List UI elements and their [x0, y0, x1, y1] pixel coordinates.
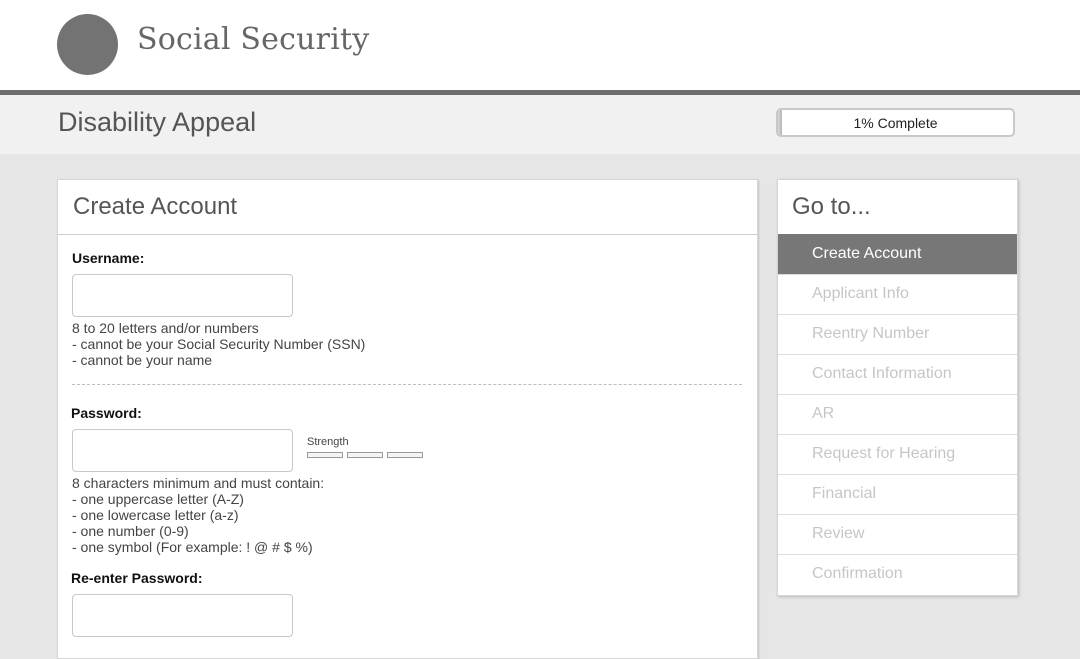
password-help: 8 characters minimum and must contain: -… [72, 475, 324, 555]
help-line: - cannot be your Social Security Number … [72, 336, 366, 352]
sidebar-item-financial: Financial [778, 474, 1017, 514]
sidebar-item-request-for-hearing: Request for Hearing [778, 434, 1017, 474]
help-line: - one lowercase letter (a-z) [72, 507, 239, 523]
strength-segment [307, 452, 343, 458]
goto-sidebar: Go to... Create Account Applicant Info R… [777, 179, 1018, 596]
strength-label: Strength [307, 436, 349, 448]
username-label: Username: [72, 250, 145, 266]
page-subheader: Disability Appeal 1% Complete [0, 95, 1080, 154]
sidebar-item-reentry-number: Reentry Number [778, 314, 1017, 354]
reenter-password-label: Re-enter Password: [71, 570, 203, 586]
username-input[interactable] [72, 274, 293, 317]
help-line: - one number (0-9) [72, 523, 189, 539]
create-account-card: Create Account Username: 8 to 20 letters… [57, 179, 758, 659]
page-title: Disability Appeal [58, 107, 257, 137]
help-line: - cannot be your name [72, 352, 213, 368]
reenter-password-input[interactable] [72, 594, 293, 637]
password-input[interactable] [72, 429, 293, 472]
sidebar-title: Go to... [792, 193, 871, 220]
site-header: Social Security [0, 0, 1080, 90]
progress-label: 1% Complete [853, 115, 938, 131]
sidebar-item-applicant-info: Applicant Info [778, 274, 1017, 314]
section-divider [72, 384, 742, 385]
help-line: - one uppercase letter (A-Z) [72, 491, 244, 507]
help-line: - one symbol (For example: ! @ # $ %) [72, 539, 313, 555]
ssa-seal-icon[interactable] [57, 14, 118, 75]
card-title-divider [58, 234, 757, 235]
username-help: 8 to 20 letters and/or numbers - cannot … [72, 320, 365, 368]
help-line: 8 to 20 letters and/or numbers [72, 320, 259, 336]
sidebar-item-ar: AR [778, 394, 1017, 434]
strength-segment [347, 452, 383, 458]
card-title: Create Account [73, 193, 238, 220]
sidebar-item-confirmation: Confirmation [778, 554, 1017, 594]
sidebar-item-contact-information: Contact Information [778, 354, 1017, 394]
progress-bar: 1% Complete [776, 108, 1015, 137]
help-line: 8 characters minimum and must contain: [72, 475, 325, 491]
brand-name[interactable]: Social Security [137, 22, 369, 57]
strength-segment [387, 452, 423, 458]
sidebar-item-review: Review [778, 514, 1017, 554]
password-label: Password: [71, 405, 142, 421]
sidebar-item-create-account[interactable]: Create Account [778, 234, 1017, 274]
